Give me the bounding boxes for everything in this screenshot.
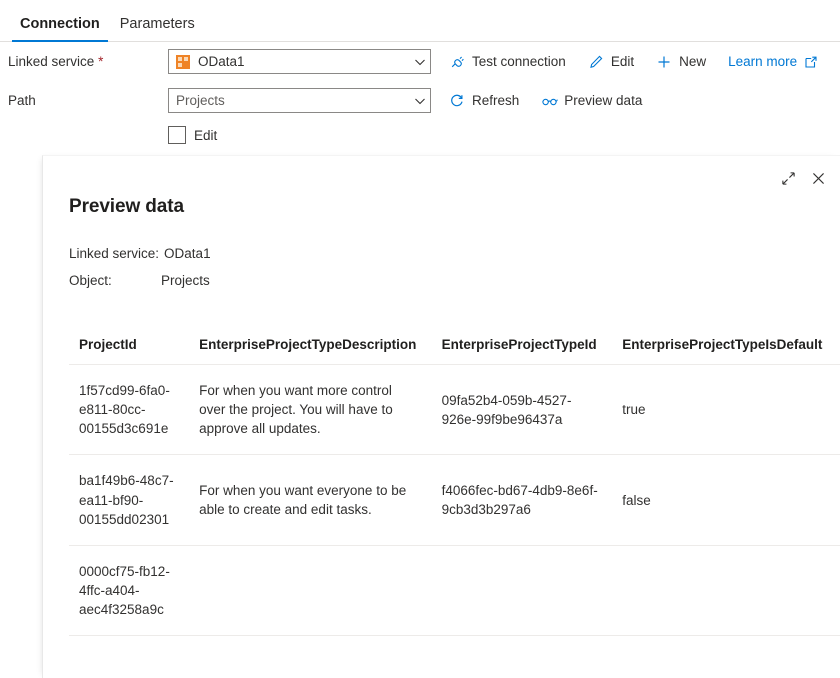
checkbox-box[interactable] bbox=[168, 126, 186, 144]
learn-more-link[interactable]: Learn more bbox=[728, 54, 819, 70]
chevron-down-icon bbox=[414, 56, 426, 68]
edit-path-checkbox-label: Edit bbox=[194, 128, 217, 143]
panel-object-value: Projects bbox=[161, 273, 210, 288]
panel-toolbar bbox=[773, 166, 833, 196]
connection-form: Linked service * OData1 Test bbox=[0, 42, 840, 150]
plug-icon bbox=[449, 54, 465, 70]
path-value: Projects bbox=[176, 93, 225, 108]
preview-table: ProjectId EnterpriseProjectTypeDescripti… bbox=[69, 331, 840, 636]
external-link-icon bbox=[803, 54, 819, 70]
column-header-enterpriseprojecttypedescription[interactable]: EnterpriseProjectTypeDescription bbox=[189, 331, 431, 365]
odata-service-icon bbox=[176, 55, 190, 69]
tab-connection-label: Connection bbox=[20, 16, 100, 32]
glasses-icon bbox=[541, 93, 557, 109]
path-label: Path bbox=[8, 93, 168, 108]
pencil-icon bbox=[588, 54, 604, 70]
cell-typeid: f4066fec-bd67-4db9-8e6f-9cb3d3b297a6 bbox=[432, 455, 613, 545]
path-row: Path Projects Refresh bbox=[0, 81, 840, 120]
table-row[interactable]: 0000cf75-fb12-4ffc-a404-aec4f3258a9c bbox=[69, 545, 840, 635]
cell-projectid: 1f57cd99-6fa0-e811-80cc-00155d3c691e bbox=[69, 365, 189, 455]
test-connection-button[interactable]: Test connection bbox=[449, 54, 566, 70]
edit-path-checkbox[interactable]: Edit bbox=[168, 126, 217, 144]
table-header-row: ProjectId EnterpriseProjectTypeDescripti… bbox=[69, 331, 840, 365]
new-linked-service-button[interactable]: New bbox=[656, 54, 706, 70]
linked-service-label-text: Linked service bbox=[8, 54, 94, 69]
cell-description: For when you want more control over the … bbox=[189, 365, 431, 455]
tab-list: Connection Parameters bbox=[0, 0, 840, 41]
refresh-button[interactable]: Refresh bbox=[449, 93, 519, 109]
cell-description bbox=[189, 545, 431, 635]
test-connection-label: Test connection bbox=[472, 54, 566, 69]
table-row[interactable]: 1f57cd99-6fa0-e811-80cc-00155d3c691e For… bbox=[69, 365, 840, 455]
preview-table-head: ProjectId EnterpriseProjectTypeDescripti… bbox=[69, 331, 840, 365]
refresh-icon bbox=[449, 93, 465, 109]
close-panel-button[interactable] bbox=[803, 166, 833, 196]
cell-projectid: 0000cf75-fb12-4ffc-a404-aec4f3258a9c bbox=[69, 545, 189, 635]
cell-typeid: 09fa52b4-059b-4527-926e-99f9be96437a bbox=[432, 365, 613, 455]
panel-linked-service-label: Linked service: bbox=[69, 246, 159, 261]
cell-description: For when you want everyone to be able to… bbox=[189, 455, 431, 545]
cell-typeid bbox=[432, 545, 613, 635]
new-linked-service-label: New bbox=[679, 54, 706, 69]
table-row[interactable]: ba1f49b6-48c7-ea11-bf90-00155dd02301 For… bbox=[69, 455, 840, 545]
panel-object: Object: Projects bbox=[69, 273, 210, 288]
edit-linked-service-button[interactable]: Edit bbox=[588, 54, 634, 70]
panel-linked-service-value: OData1 bbox=[164, 246, 211, 261]
path-dropdown[interactable]: Projects bbox=[168, 88, 431, 113]
plus-icon bbox=[656, 54, 672, 70]
preview-table-body: 1f57cd99-6fa0-e811-80cc-00155d3c691e For… bbox=[69, 365, 840, 636]
panel-object-label: Object: bbox=[69, 273, 161, 288]
linked-service-value: OData1 bbox=[198, 54, 245, 69]
cell-isdefault: false bbox=[612, 455, 838, 545]
edit-linked-service-label: Edit bbox=[611, 54, 634, 69]
chevron-down-icon bbox=[414, 95, 426, 107]
linked-service-dropdown[interactable]: OData1 bbox=[168, 49, 431, 74]
tab-strip: Connection Parameters bbox=[0, 0, 840, 42]
required-asterisk: * bbox=[98, 54, 103, 69]
path-actions: Refresh Preview data bbox=[449, 93, 664, 109]
linked-service-row: Linked service * OData1 Test bbox=[0, 42, 840, 81]
preview-data-panel: Preview data Linked service: OData1 Obje… bbox=[42, 155, 840, 678]
cell-isdefault: true bbox=[612, 365, 838, 455]
connection-actions: Test connection Edit New bbox=[449, 54, 819, 70]
expand-icon bbox=[781, 171, 796, 191]
column-header-enterpriseprojecttypeisdefault[interactable]: EnterpriseProjectTypeIsDefault bbox=[612, 331, 838, 365]
edit-path-row: Edit bbox=[0, 120, 840, 150]
refresh-label: Refresh bbox=[472, 93, 519, 108]
expand-panel-button[interactable] bbox=[773, 166, 803, 196]
tab-parameters-label: Parameters bbox=[120, 16, 195, 32]
preview-data-button[interactable]: Preview data bbox=[541, 93, 642, 109]
preview-table-scroll[interactable]: ProjectId EnterpriseProjectTypeDescripti… bbox=[69, 331, 840, 678]
close-icon bbox=[811, 171, 826, 191]
panel-linked-service: Linked service: OData1 bbox=[69, 246, 211, 261]
cell-projectid: ba1f49b6-48c7-ea11-bf90-00155dd02301 bbox=[69, 455, 189, 545]
tab-connection[interactable]: Connection bbox=[10, 17, 110, 42]
preview-data-label: Preview data bbox=[564, 93, 642, 108]
learn-more-label: Learn more bbox=[728, 54, 797, 69]
linked-service-label: Linked service * bbox=[8, 54, 168, 69]
column-header-projectid[interactable]: ProjectId bbox=[69, 331, 189, 365]
panel-title: Preview data bbox=[69, 196, 184, 218]
cell-isdefault bbox=[612, 545, 838, 635]
column-header-enterpriseprojecttypeid[interactable]: EnterpriseProjectTypeId bbox=[432, 331, 613, 365]
tab-parameters[interactable]: Parameters bbox=[110, 17, 205, 42]
